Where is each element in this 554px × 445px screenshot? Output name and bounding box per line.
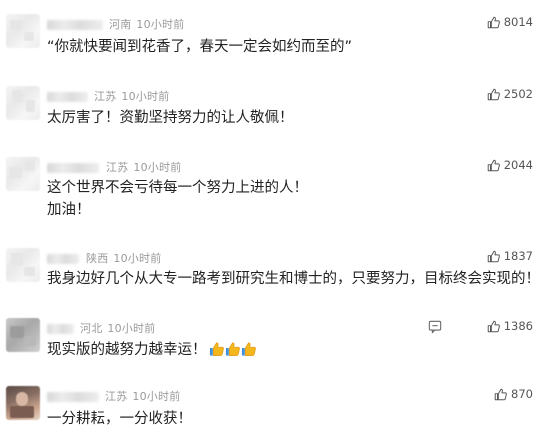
comment-text: 这个世界不会亏待每一个努力上进的人！ 加油！ [47, 177, 308, 221]
username-blurred[interactable] [47, 254, 79, 264]
like-count: 1837 [503, 249, 533, 263]
reply-button[interactable] [428, 319, 442, 338]
emoji-group [209, 341, 256, 357]
comment-line: 现实版的越努力越幸运！ [47, 342, 207, 358]
thumbs-up-icon [487, 320, 500, 332]
timestamp: 10小时前 [133, 161, 182, 174]
like-count: 2044 [503, 158, 533, 172]
avatar[interactable] [6, 86, 40, 120]
comment-line: 我身边好几个从大专一路考到研究生和博士的，只要努力，目标终会实现的！ [47, 271, 540, 287]
region-label: 陕西 [86, 252, 109, 265]
timestamp: 10小时前 [136, 18, 185, 31]
like-count: 8014 [503, 15, 533, 29]
thumbs-up-emoji [225, 342, 240, 356]
comment-item: 江苏 10小时前 2502 太厉害了！资勤坚持努力的让人敬佩！ [0, 86, 554, 166]
comment-meta: 河北 10小时前 [80, 320, 155, 336]
comment-line: 太厉害了！资勤坚持努力的让人敬佩！ [47, 110, 294, 126]
comment-line: 这个世界不会亏待每一个努力上进的人！ [47, 180, 308, 196]
thumbs-up-icon [494, 388, 507, 400]
thumbs-up-icon [487, 250, 500, 262]
username-blurred[interactable] [47, 92, 88, 102]
like-button[interactable]: 2044 [487, 158, 533, 172]
avatar[interactable] [6, 157, 40, 191]
comment-text: 太厉害了！资勤坚持努力的让人敬佩！ [47, 107, 294, 129]
comment-meta: 江苏 10小时前 [106, 159, 181, 175]
region-label: 江苏 [106, 161, 129, 174]
comment-list: 河南 10小时前 8014 “你就快要闻到花香了，春天一定会如约而至的” 江苏 10… [0, 0, 554, 445]
comment-line: 加油！ [47, 202, 91, 218]
avatar[interactable] [6, 14, 40, 48]
comment-text: 我身边好几个从大专一路考到研究生和博士的，只要努力，目标终会实现的！ [47, 268, 540, 290]
timestamp: 10小时前 [113, 252, 162, 265]
thumbs-up-emoji [241, 342, 256, 356]
like-count: 1386 [503, 319, 533, 333]
thumbs-up-icon [487, 88, 500, 100]
region-label: 江苏 [105, 390, 128, 403]
region-label: 河北 [80, 322, 103, 335]
timestamp: 10小时前 [107, 322, 156, 335]
thumbs-up-emoji [209, 342, 224, 356]
comment-item: 江苏 10小时前 870 一分耕耘，一分收获！ [0, 386, 554, 445]
timestamp: 10小时前 [121, 90, 170, 103]
comment-text: 现实版的越努力越幸运！ [47, 339, 256, 361]
timestamp: 10小时前 [132, 390, 181, 403]
comment-bubble-icon [428, 320, 442, 334]
like-button[interactable]: 2502 [487, 87, 533, 101]
region-label: 河南 [109, 18, 132, 31]
comment-text: “你就快要闻到花香了，春天一定会如约而至的” [47, 36, 352, 58]
avatar[interactable] [6, 386, 40, 420]
comment-meta: 江苏 10小时前 [94, 88, 169, 104]
avatar[interactable] [6, 248, 40, 282]
username-blurred[interactable] [47, 324, 74, 334]
username-blurred[interactable] [47, 392, 99, 402]
like-count: 2502 [503, 87, 533, 101]
comment-line: 一分耕耘，一分收获！ [47, 411, 192, 427]
thumbs-up-icon [487, 159, 500, 171]
like-button[interactable]: 1837 [487, 249, 533, 263]
comment-meta: 陕西 10小时前 [86, 250, 161, 266]
comment-meta: 江苏 10小时前 [105, 388, 180, 404]
comment-text: 一分耕耘，一分收获！ [47, 408, 192, 430]
comment-item: 江苏 10小时前 2044 这个世界不会亏待每一个努力上进的人！ 加油！ [0, 157, 554, 237]
avatar[interactable] [6, 318, 40, 352]
like-count: 870 [511, 387, 533, 401]
comment-item: 陕西 10小时前 1837 我身边好几个从大专一路考到研究生和博士的，只要努力，目… [0, 248, 554, 328]
region-label: 江苏 [94, 90, 117, 103]
like-button[interactable]: 1386 [487, 319, 533, 333]
comment-item: 河南 10小时前 8014 “你就快要闻到花香了，春天一定会如约而至的” [0, 14, 554, 94]
username-blurred[interactable] [47, 163, 99, 173]
like-button[interactable]: 870 [494, 387, 533, 401]
username-blurred[interactable] [47, 20, 103, 30]
thumbs-up-icon [487, 16, 500, 28]
comment-meta: 河南 10小时前 [109, 16, 184, 32]
comment-line: “你就快要闻到花香了，春天一定会如约而至的” [47, 39, 353, 55]
like-button[interactable]: 8014 [487, 15, 533, 29]
